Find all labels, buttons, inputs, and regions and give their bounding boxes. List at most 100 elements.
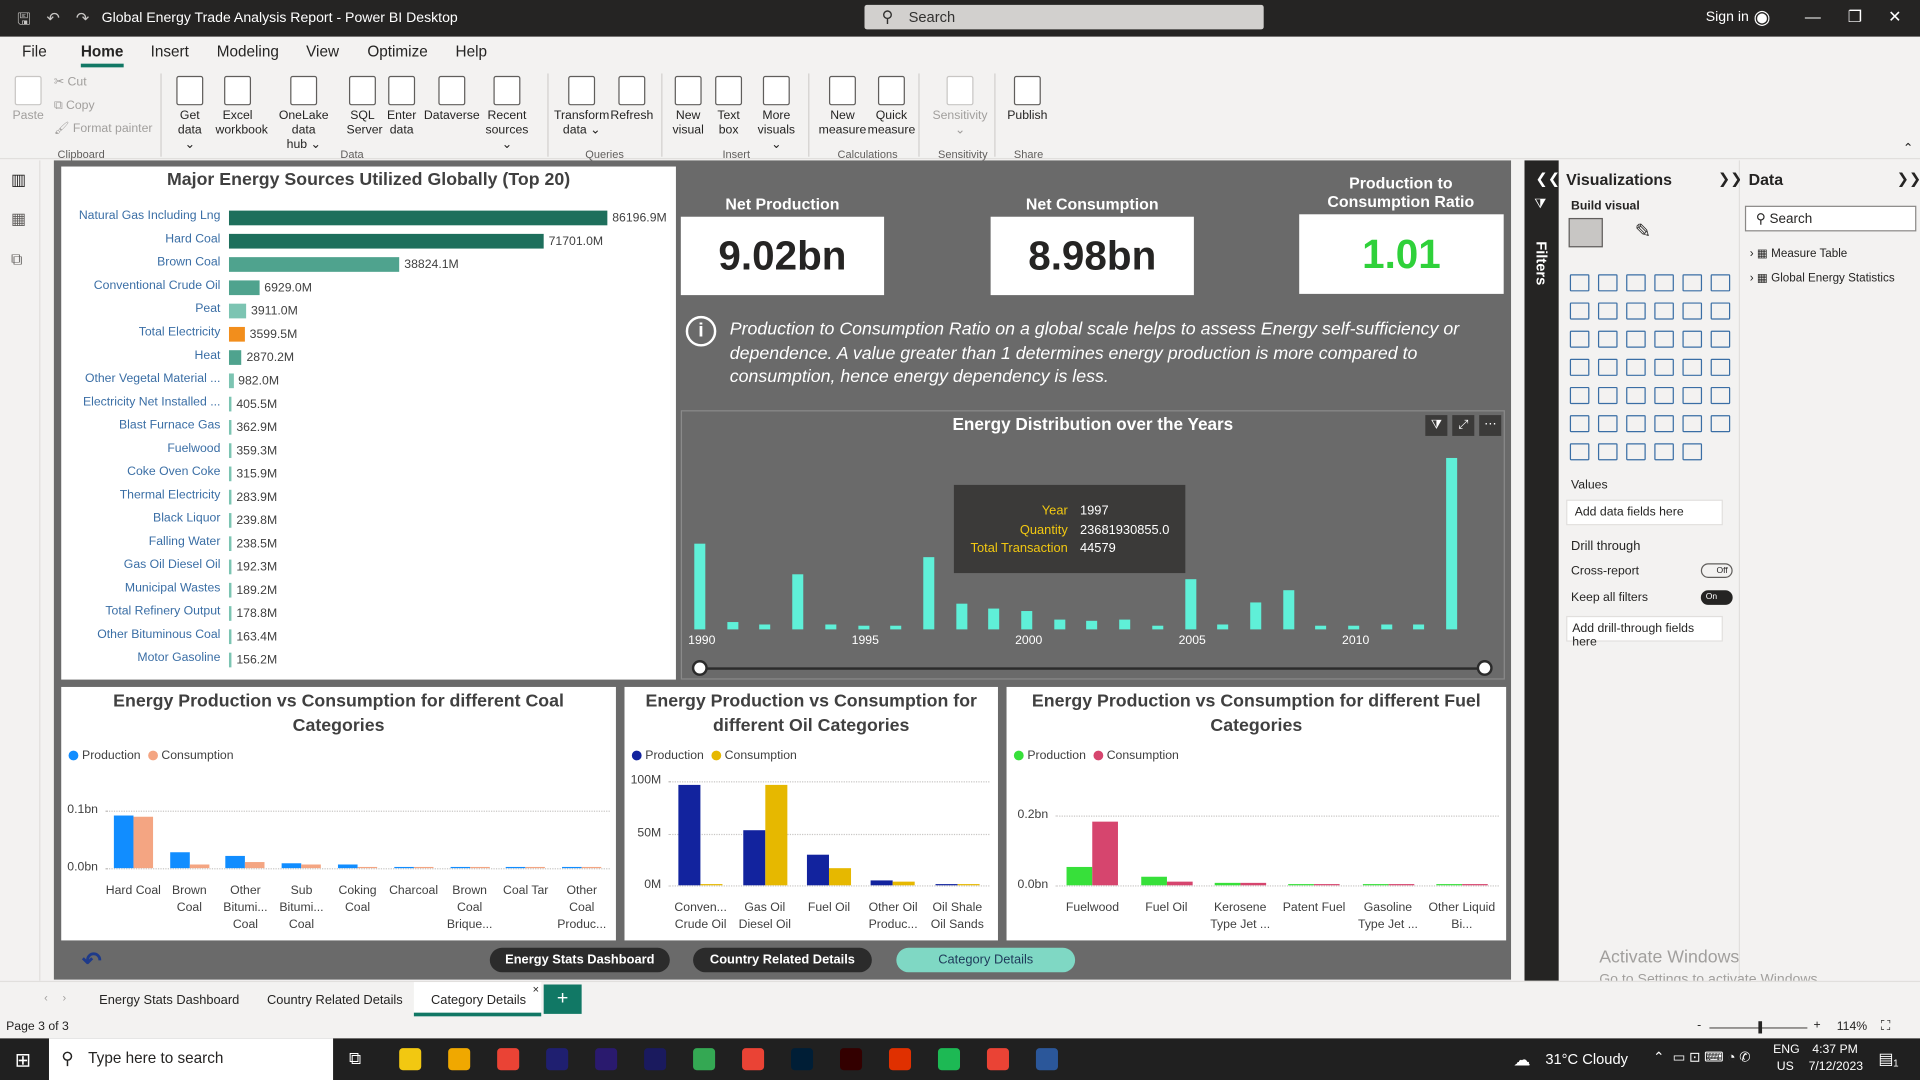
bar-19[interactable] — [228, 652, 232, 668]
tab-category[interactable]: Category Details — [431, 993, 526, 1008]
visual-type-icon[interactable] — [1654, 415, 1674, 433]
oil-bar-3-consumption[interactable] — [893, 882, 916, 886]
chrome-icon[interactable] — [742, 1048, 765, 1071]
format-painter-button[interactable]: 🖌 Format painter — [54, 122, 153, 135]
visual-type-icon[interactable] — [1569, 274, 1590, 292]
year-bar-1990[interactable] — [694, 543, 706, 630]
sheets-icon[interactable] — [937, 1048, 961, 1071]
ribbon-button-5[interactable]: Dataverse — [422, 75, 481, 124]
premiere-icon[interactable] — [595, 1048, 618, 1071]
coal-chart[interactable]: Energy Production vs Consumption for dif… — [61, 686, 616, 941]
fuel-bar-3-production[interactable] — [1288, 883, 1315, 886]
fuel-bar-5-consumption[interactable] — [1461, 883, 1488, 886]
chrome-icon[interactable] — [693, 1048, 716, 1071]
visual-type-icon[interactable] — [1626, 415, 1646, 433]
coal-bar-5-consumption[interactable] — [413, 866, 434, 869]
taskbar-search[interactable]: Type here to search — [48, 1038, 334, 1080]
coal-bar-3-production[interactable] — [281, 862, 302, 869]
visual-type-icon[interactable] — [1682, 274, 1703, 292]
windows-start-icon[interactable]: ⊞ — [15, 1048, 31, 1072]
fuel-bar-0-consumption[interactable] — [1092, 821, 1119, 886]
slider-end-handle[interactable] — [1476, 660, 1493, 676]
tab-close-icon[interactable]: × — [533, 983, 539, 995]
build-visual-tab-icon[interactable] — [1568, 217, 1603, 248]
fuel-bar-4-production[interactable] — [1362, 883, 1388, 886]
bar-6[interactable] — [228, 350, 242, 365]
menu-insert[interactable]: Insert — [151, 43, 189, 60]
year-bar-2005[interactable] — [1184, 579, 1196, 630]
coal-bar-1-consumption[interactable] — [189, 865, 209, 869]
back-arrow-icon[interactable]: ↶ — [82, 948, 101, 976]
visual-type-icon[interactable] — [1626, 302, 1646, 320]
tab-country[interactable]: Country Related Details — [267, 993, 403, 1008]
add-data-fields-well[interactable]: Add data fields here — [1566, 499, 1723, 526]
ribbon-button-1[interactable]: Excel workbook — [216, 75, 268, 138]
coal-bar-1-production[interactable] — [169, 852, 190, 869]
oil-bar-4-production[interactable] — [935, 883, 958, 886]
year-bar-2000[interactable] — [1021, 610, 1033, 630]
bar-3[interactable] — [228, 280, 260, 296]
kpi-ratio[interactable]: 1.01 — [1299, 214, 1504, 294]
visual-type-icon[interactable] — [1654, 386, 1674, 405]
search-input[interactable]: ⚲ Search — [864, 4, 1264, 30]
bar-11[interactable] — [228, 466, 232, 482]
bar-14[interactable] — [228, 536, 232, 552]
fit-page-icon[interactable]: ⛶ — [1881, 1019, 1890, 1035]
coal-bar-6-production[interactable] — [450, 866, 470, 869]
language-1[interactable]: ENG — [1773, 1043, 1800, 1056]
visual-type-icon[interactable] — [1597, 274, 1618, 292]
year-bar-2006[interactable] — [1217, 624, 1229, 630]
year-bar-2008[interactable] — [1282, 589, 1294, 630]
table-view-icon[interactable]: ▦ — [11, 209, 26, 229]
visual-type-icon[interactable] — [1682, 330, 1703, 348]
coal-bar-0-consumption[interactable] — [133, 816, 153, 869]
table-measure[interactable]: › ▦ Measure Table — [1750, 247, 1847, 260]
bar-18[interactable] — [228, 629, 232, 645]
bar-8[interactable] — [228, 396, 232, 412]
visual-type-icon[interactable] — [1626, 330, 1646, 348]
visual-type-icon[interactable] — [1626, 443, 1646, 461]
year-bar-1996[interactable] — [890, 625, 902, 630]
cross-report-toggle[interactable]: Off — [1700, 563, 1733, 578]
visual-type-icon[interactable] — [1569, 386, 1590, 405]
bar-17[interactable] — [228, 606, 232, 621]
visual-type-icon[interactable] — [1682, 415, 1703, 433]
visual-type-icon[interactable] — [1597, 443, 1618, 461]
bar-1[interactable] — [228, 233, 544, 249]
copy-button[interactable]: ⧉ Copy — [54, 99, 95, 112]
ribbon-button-0[interactable]: Get data ⌄ — [173, 75, 207, 153]
ribbon-button-8[interactable]: Refresh — [610, 75, 654, 124]
save-icon[interactable]: 🖫 — [17, 9, 31, 36]
top20-energy-chart[interactable]: Major Energy Sources Utilized Globally (… — [61, 166, 676, 680]
bar-2[interactable] — [228, 257, 400, 272]
year-bar-2012[interactable] — [1413, 624, 1425, 630]
visual-type-icon[interactable] — [1710, 386, 1731, 405]
oil-bar-0-production[interactable] — [678, 784, 701, 886]
coal-bar-7-consumption[interactable] — [525, 866, 546, 869]
oil-bar-1-production[interactable] — [742, 830, 765, 886]
menu-modeling[interactable]: Modeling — [217, 43, 279, 60]
visual-type-icon[interactable] — [1654, 358, 1674, 376]
task-view-icon[interactable]: ⧉ — [349, 1048, 361, 1069]
fuel-bar-4-consumption[interactable] — [1387, 883, 1414, 886]
visual-type-icon[interactable] — [1597, 330, 1618, 348]
visual-type-icon[interactable] — [1569, 443, 1590, 461]
zoom-out-icon[interactable]: - — [1697, 1019, 1701, 1032]
visual-type-icon[interactable] — [1597, 302, 1618, 320]
illustrator-icon[interactable] — [840, 1048, 863, 1071]
ribbon-button-14[interactable]: Sensitivity ⌄ — [931, 75, 990, 138]
visual-type-icon[interactable] — [1654, 443, 1674, 461]
ribbon-button-6[interactable]: Recent sources ⌄ — [484, 75, 531, 153]
menu-optimize[interactable]: Optimize — [367, 43, 427, 60]
visual-type-icon[interactable] — [1710, 302, 1731, 320]
fuel-bar-5-production[interactable] — [1436, 883, 1462, 886]
notification-icon[interactable]: ▤ — [1878, 1049, 1893, 1069]
language-2[interactable]: US — [1777, 1060, 1794, 1073]
bar-15[interactable] — [228, 559, 232, 575]
chrome-icon[interactable] — [497, 1048, 520, 1071]
file-explorer-icon[interactable] — [448, 1048, 471, 1071]
zoom-slider-thumb[interactable] — [1758, 1021, 1763, 1034]
account-icon[interactable]: ◉ — [1753, 5, 1770, 29]
cut-button[interactable]: ✂ Cut — [54, 76, 87, 89]
bar-13[interactable] — [228, 513, 232, 528]
